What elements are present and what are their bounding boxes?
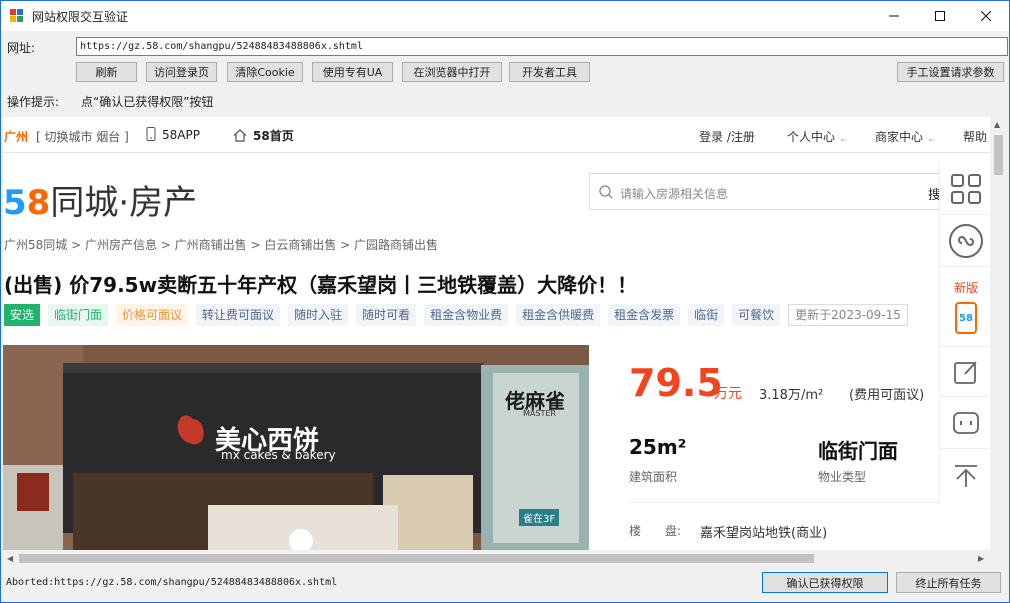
- clear-cookie-button[interactable]: 清除Cookie: [227, 62, 303, 82]
- tag: 租金含供暖费: [516, 304, 601, 326]
- login-link[interactable]: 登录 /注册: [699, 128, 755, 145]
- stop-all-button[interactable]: 终止所有任务: [896, 572, 1001, 593]
- qrcode-button[interactable]: [940, 163, 992, 215]
- scroll-right-arrow-icon[interactable]: ▶: [978, 554, 984, 563]
- divider: [629, 502, 941, 503]
- type-label: 物业类型: [818, 470, 867, 484]
- tip-text: 点“确认已获得权限”按钮: [81, 95, 214, 109]
- type-value: 临街门面: [818, 439, 898, 463]
- arrow-up-icon: [955, 465, 977, 487]
- maximize-button[interactable]: [917, 1, 963, 31]
- visit-login-button[interactable]: 访问登录页: [146, 62, 217, 82]
- switch-city-link[interactable]: [ 切换城市 烟台 ]: [36, 128, 129, 145]
- tag: 价格可面议: [116, 304, 189, 326]
- home-link[interactable]: 58首页: [233, 127, 294, 144]
- phone-icon: [146, 127, 156, 141]
- tag-list: 安选 临街门面 价格可面议 转让费可面议 随时入驻 随时可看 租金含物业费 租金…: [4, 304, 908, 326]
- use-ua-button[interactable]: 使用专有UA: [312, 62, 393, 82]
- horizontal-scroll-thumb[interactable]: [19, 554, 814, 563]
- floating-sidebar: 新版 58: [939, 163, 992, 503]
- tag: 转让费可面议: [196, 304, 281, 326]
- close-icon: [981, 11, 991, 21]
- edit-icon: [954, 360, 977, 384]
- vertical-scroll-thumb[interactable]: [994, 135, 1003, 175]
- open-in-browser-button[interactable]: 在浏览器中打开: [402, 62, 502, 82]
- title-bar: 网站权限交互验证: [1, 1, 1009, 31]
- back-to-top-button[interactable]: [940, 449, 992, 503]
- help-link[interactable]: 帮助: [963, 128, 987, 145]
- site-top-nav: 广州 [ 切换城市 烟台 ] 58APP 58首页 登录 /注册 个人中心 ⌄ …: [3, 117, 990, 153]
- tag: 安选: [4, 304, 41, 326]
- app-icon: [10, 9, 24, 23]
- service-button[interactable]: [940, 397, 992, 449]
- tag: 临街门面: [48, 304, 109, 326]
- horizontal-scrollbar[interactable]: ◀ ▶: [3, 550, 1007, 567]
- app-window: 网站权限交互验证 网址: https://gz.58.com/shangpu/5…: [0, 0, 1010, 603]
- building-link[interactable]: 嘉禾望岗站地铁(商业): [700, 522, 827, 541]
- feedback-button[interactable]: [940, 347, 992, 397]
- web-view[interactable]: 广州 [ 切换城市 烟台 ] 58APP 58首页 登录 /注册 个人中心 ⌄ …: [3, 117, 1007, 567]
- tag: 租金含发票: [608, 304, 681, 326]
- status-bar: Aborted:https://gz.58.com/shangpu/524884…: [1, 567, 1009, 603]
- merchant-center-menu[interactable]: 商家中心 ⌄: [875, 128, 934, 145]
- tag: 租金含物业费: [424, 304, 509, 326]
- scroll-up-arrow-icon[interactable]: ▲: [994, 120, 1000, 129]
- minimize-button[interactable]: [871, 1, 917, 31]
- app-link-label: 58APP: [162, 128, 200, 142]
- window-title: 网站权限交互验证: [32, 9, 129, 24]
- robot-icon: [953, 411, 979, 434]
- personal-center-menu[interactable]: 个人中心 ⌄: [787, 128, 846, 145]
- unit-price: 3.18万/m²: [759, 388, 824, 403]
- tag: 可餐饮: [732, 304, 781, 326]
- area-value: 25m²: [629, 435, 687, 459]
- new-version-label: 新版: [953, 281, 978, 295]
- devtools-button[interactable]: 开发者工具: [509, 62, 590, 82]
- vertical-scrollbar[interactable]: ▲: [990, 117, 1007, 550]
- address-label: 网址:: [7, 41, 36, 55]
- chevron-down-icon: ⌄: [838, 134, 847, 144]
- home-link-label: 58首页: [253, 129, 294, 143]
- home-icon: [233, 129, 247, 142]
- app-58-icon: 58: [955, 302, 977, 334]
- update-date: 更新于2023-09-15: [788, 304, 908, 326]
- address-input[interactable]: https://gz.58.com/shangpu/52488483488806…: [76, 37, 1008, 56]
- scroll-left-arrow-icon[interactable]: ◀: [7, 554, 13, 563]
- search-box[interactable]: 请输入房源相关信息 搜: [589, 173, 941, 210]
- tag: 随时可看: [356, 304, 417, 326]
- minimize-icon: [889, 15, 899, 17]
- search-icon: [599, 185, 613, 199]
- status-text: Aborted:https://gz.58.com/shangpu/524884…: [6, 577, 338, 588]
- mini-program-icon: [949, 223, 983, 258]
- merchant-center-label: 商家中心: [875, 130, 924, 144]
- mini-program-button[interactable]: [940, 215, 992, 267]
- price-value: 79.5: [629, 361, 723, 405]
- area-label: 建筑面积: [629, 470, 678, 484]
- tag: 临街: [688, 304, 725, 326]
- new-version-button[interactable]: 新版 58: [940, 267, 992, 347]
- breadcrumb[interactable]: 广州58同城 > 广州房产信息 > 广州商铺出售 > 白云商铺出售 > 广园路商…: [4, 236, 438, 253]
- tip-label: 操作提示:: [7, 95, 60, 109]
- refresh-button[interactable]: 刷新: [76, 62, 137, 82]
- manual-params-button[interactable]: 手工设置请求参数: [897, 62, 1004, 82]
- chevron-down-icon: ⌄: [926, 134, 935, 144]
- site-logo[interactable]: 58同城·房产: [3, 175, 197, 224]
- current-city[interactable]: 广州: [4, 128, 28, 145]
- listing-photo[interactable]: 美心西饼 mx cakes & bakery 佬麻雀 MASTER 雀在3F: [3, 345, 589, 550]
- confirm-permission-button[interactable]: 确认已获得权限: [762, 572, 888, 593]
- qrcode-icon: [951, 173, 981, 204]
- close-button[interactable]: [963, 1, 1009, 31]
- tag: 随时入驻: [288, 304, 349, 326]
- app-link[interactable]: 58APP: [146, 127, 200, 142]
- maximize-icon: [935, 11, 945, 21]
- price-unit: 万元: [714, 386, 742, 402]
- shop-sign-en: mx cakes & bakery: [221, 448, 336, 462]
- listing-title: (出售) 价79.5w卖断五十年产权（嘉禾望岗丨三地铁覆盖）大降价！！: [4, 273, 638, 297]
- building-label: 楼 盘:: [629, 524, 682, 538]
- fee-note: (费用可面议): [849, 388, 925, 403]
- side-sign-en: MASTER: [523, 409, 556, 418]
- personal-center-label: 个人中心: [787, 130, 836, 144]
- floor-label: 雀在3F: [519, 509, 560, 526]
- search-input[interactable]: 请输入房源相关信息: [620, 185, 728, 202]
